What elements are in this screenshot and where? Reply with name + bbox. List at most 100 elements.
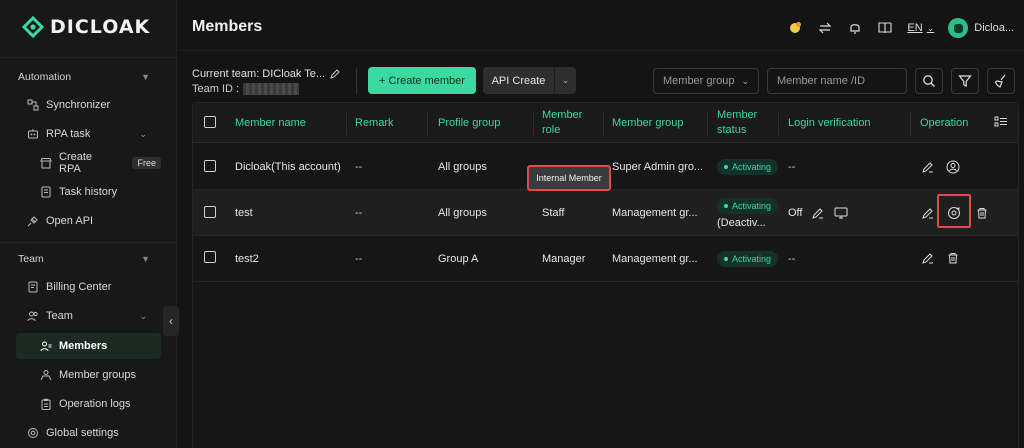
search-button[interactable] (915, 68, 943, 94)
cell-member-group: Super Admin gro... (612, 161, 704, 173)
sidebar-item-label: Open API (46, 215, 94, 227)
search-icon (923, 75, 935, 87)
section-label: Automation (18, 71, 72, 83)
section-automation[interactable]: Automation ▼ (18, 71, 150, 83)
free-badge: Free (132, 157, 161, 169)
sidebar-item-members[interactable]: Members (16, 333, 161, 359)
status-badge: Activating (717, 251, 779, 267)
collapse-sidebar-button[interactable]: ‹ (163, 306, 179, 336)
member-group-placeholder: Member group (663, 75, 735, 87)
book-icon[interactable] (877, 20, 893, 36)
section-label: Team (18, 253, 44, 265)
monitor-icon[interactable] (834, 207, 848, 219)
sun-icon[interactable] (787, 20, 803, 36)
group-icon (40, 369, 52, 381)
member-group-select[interactable]: Member group ⌄ (653, 68, 759, 94)
sidebar-item-open-api[interactable]: Open API (16, 208, 161, 234)
sidebar-item-rpa-task[interactable]: RPA task ⌄ (16, 121, 161, 147)
sidebar-item-synchronizer[interactable]: Synchronizer (16, 92, 161, 118)
toolbar-divider (356, 68, 357, 94)
language-selector[interactable]: EN ⌄ (907, 22, 934, 34)
member-search-input[interactable]: Member name /ID (767, 68, 907, 94)
select-all-checkbox[interactable] (204, 116, 216, 128)
edit-icon[interactable] (921, 251, 935, 265)
cell-profile-group: All groups (438, 161, 487, 173)
column-operation: Operation (920, 116, 969, 129)
edit-icon[interactable] (921, 160, 935, 174)
sidebar-item-task-history[interactable]: Task history (16, 179, 161, 205)
cell-remark: -- (355, 161, 363, 173)
trash-icon[interactable] (946, 251, 960, 265)
column-remark: Remark (355, 116, 394, 129)
status-label: Activating (732, 254, 772, 264)
sidebar-item-team[interactable]: Team ⌄ (16, 303, 161, 329)
bell-icon[interactable] (847, 20, 863, 36)
column-login-verification: Login verification (788, 116, 871, 129)
edit-icon[interactable] (330, 69, 340, 79)
table-row[interactable]: test -- All groups Staff Management gr..… (193, 190, 1018, 236)
sidebar-item-label: Operation logs (59, 398, 131, 410)
filter-icon (958, 75, 972, 87)
divider (0, 242, 177, 243)
api-create-button[interactable]: API Create (483, 75, 554, 87)
cell-member-group: Management gr... (612, 207, 698, 219)
sidebar-item-label: Member groups (59, 369, 137, 381)
cell-remark: -- (355, 253, 363, 265)
status-extra: (Deactiv... (717, 216, 766, 229)
team-info: Current team: DICloak Te... Team ID : (192, 68, 340, 95)
page-title: Members (192, 18, 263, 35)
table-row[interactable]: test2 -- Group A Manager Management gr..… (193, 236, 1018, 282)
logo[interactable]: DICLOAK (22, 16, 150, 38)
column-profile-group: Profile group (438, 116, 501, 129)
status-label: Activating (732, 162, 772, 172)
edit-icon[interactable] (812, 207, 824, 219)
column-label: role (542, 124, 561, 136)
chevron-down-icon: ▼ (141, 72, 150, 82)
document-icon (40, 186, 52, 198)
cell-profile-group: Group A (438, 253, 479, 265)
filter-button[interactable] (951, 68, 979, 94)
cell-remark: -- (355, 207, 363, 219)
cell-member-status: Activating (717, 236, 779, 282)
chevron-down-icon: ⌄ (139, 310, 147, 321)
cell-member-status: Activating (Deactiv... (717, 190, 779, 236)
logo-text: DICLOAK (50, 16, 151, 38)
cell-member-role: Manager (542, 253, 586, 265)
sidebar-item-member-groups[interactable]: Member groups (16, 362, 161, 388)
user-menu[interactable]: Dicloa... (948, 18, 1014, 38)
chevron-down-icon[interactable]: ⌄ (555, 75, 576, 86)
column-member-group: Member group (612, 116, 684, 129)
sidebar-item-label: Billing Center (46, 281, 112, 293)
sidebar-item-label: RPA task (46, 128, 91, 140)
sidebar-item-operation-logs[interactable]: Operation logs (16, 391, 161, 417)
row-checkbox[interactable] (204, 160, 216, 172)
sidebar-item-label: Global settings (46, 427, 119, 439)
sidebar-item-label: Members (59, 340, 108, 352)
status-badge: Activating (717, 197, 779, 214)
edit-icon[interactable] (921, 206, 935, 220)
trash-icon[interactable] (975, 206, 989, 220)
status-label: Activating (732, 200, 772, 211)
row-checkbox[interactable] (204, 206, 216, 218)
section-team[interactable]: Team ▼ (18, 253, 150, 265)
sidebar-item-global-settings[interactable]: Global settings (16, 420, 161, 446)
column-member-role: Member role (542, 103, 582, 143)
store-icon (40, 157, 52, 169)
user-circle-icon[interactable] (946, 160, 960, 174)
row-checkbox[interactable] (204, 251, 216, 263)
clean-button[interactable] (987, 68, 1015, 94)
swap-icon[interactable] (817, 20, 833, 36)
cell-member-role: Staff (542, 207, 565, 219)
cell-member-name: Dicloak(This account) (235, 161, 341, 173)
api-create-button-group: API Create ⌄ (483, 67, 576, 94)
highlight-box (937, 194, 971, 228)
create-member-button[interactable]: + Create member (368, 67, 476, 94)
sidebar-item-create-rpa[interactable]: Create RPA Free (16, 150, 161, 176)
cell-login-verification: -- (788, 253, 796, 265)
logo-icon (22, 16, 44, 38)
team-id-label: Team ID : (192, 83, 240, 95)
billing-icon (27, 281, 39, 293)
cell-member-name: test (235, 207, 253, 219)
column-settings-icon[interactable] (994, 115, 1008, 129)
sidebar-item-billing-center[interactable]: Billing Center (16, 274, 161, 300)
